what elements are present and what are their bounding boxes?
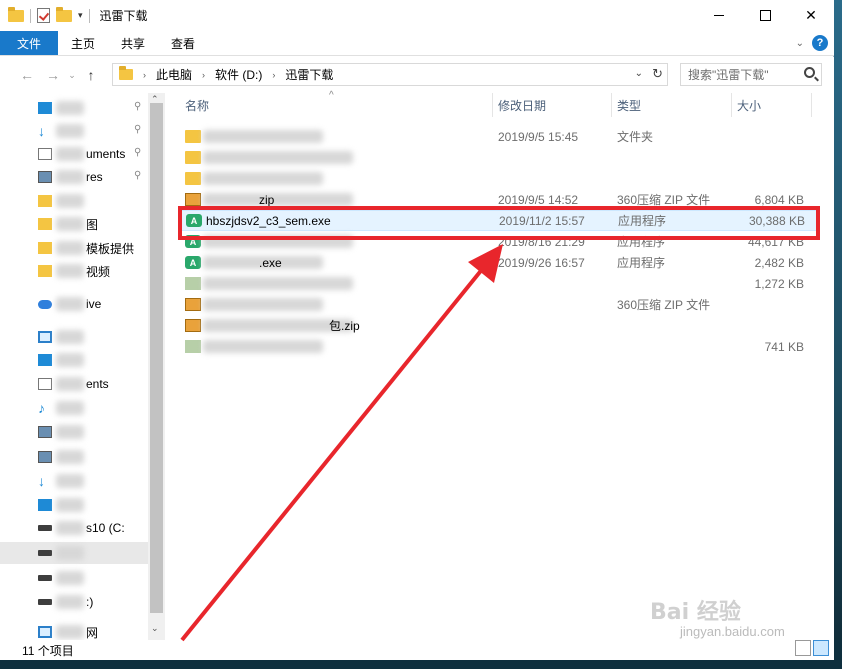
- annotation-arrow: [180, 244, 503, 642]
- watermark-brand: Bai 经验: [650, 600, 741, 625]
- arrow-shaft: [180, 260, 490, 642]
- watermark-url: jingyan.baidu.com: [680, 624, 785, 639]
